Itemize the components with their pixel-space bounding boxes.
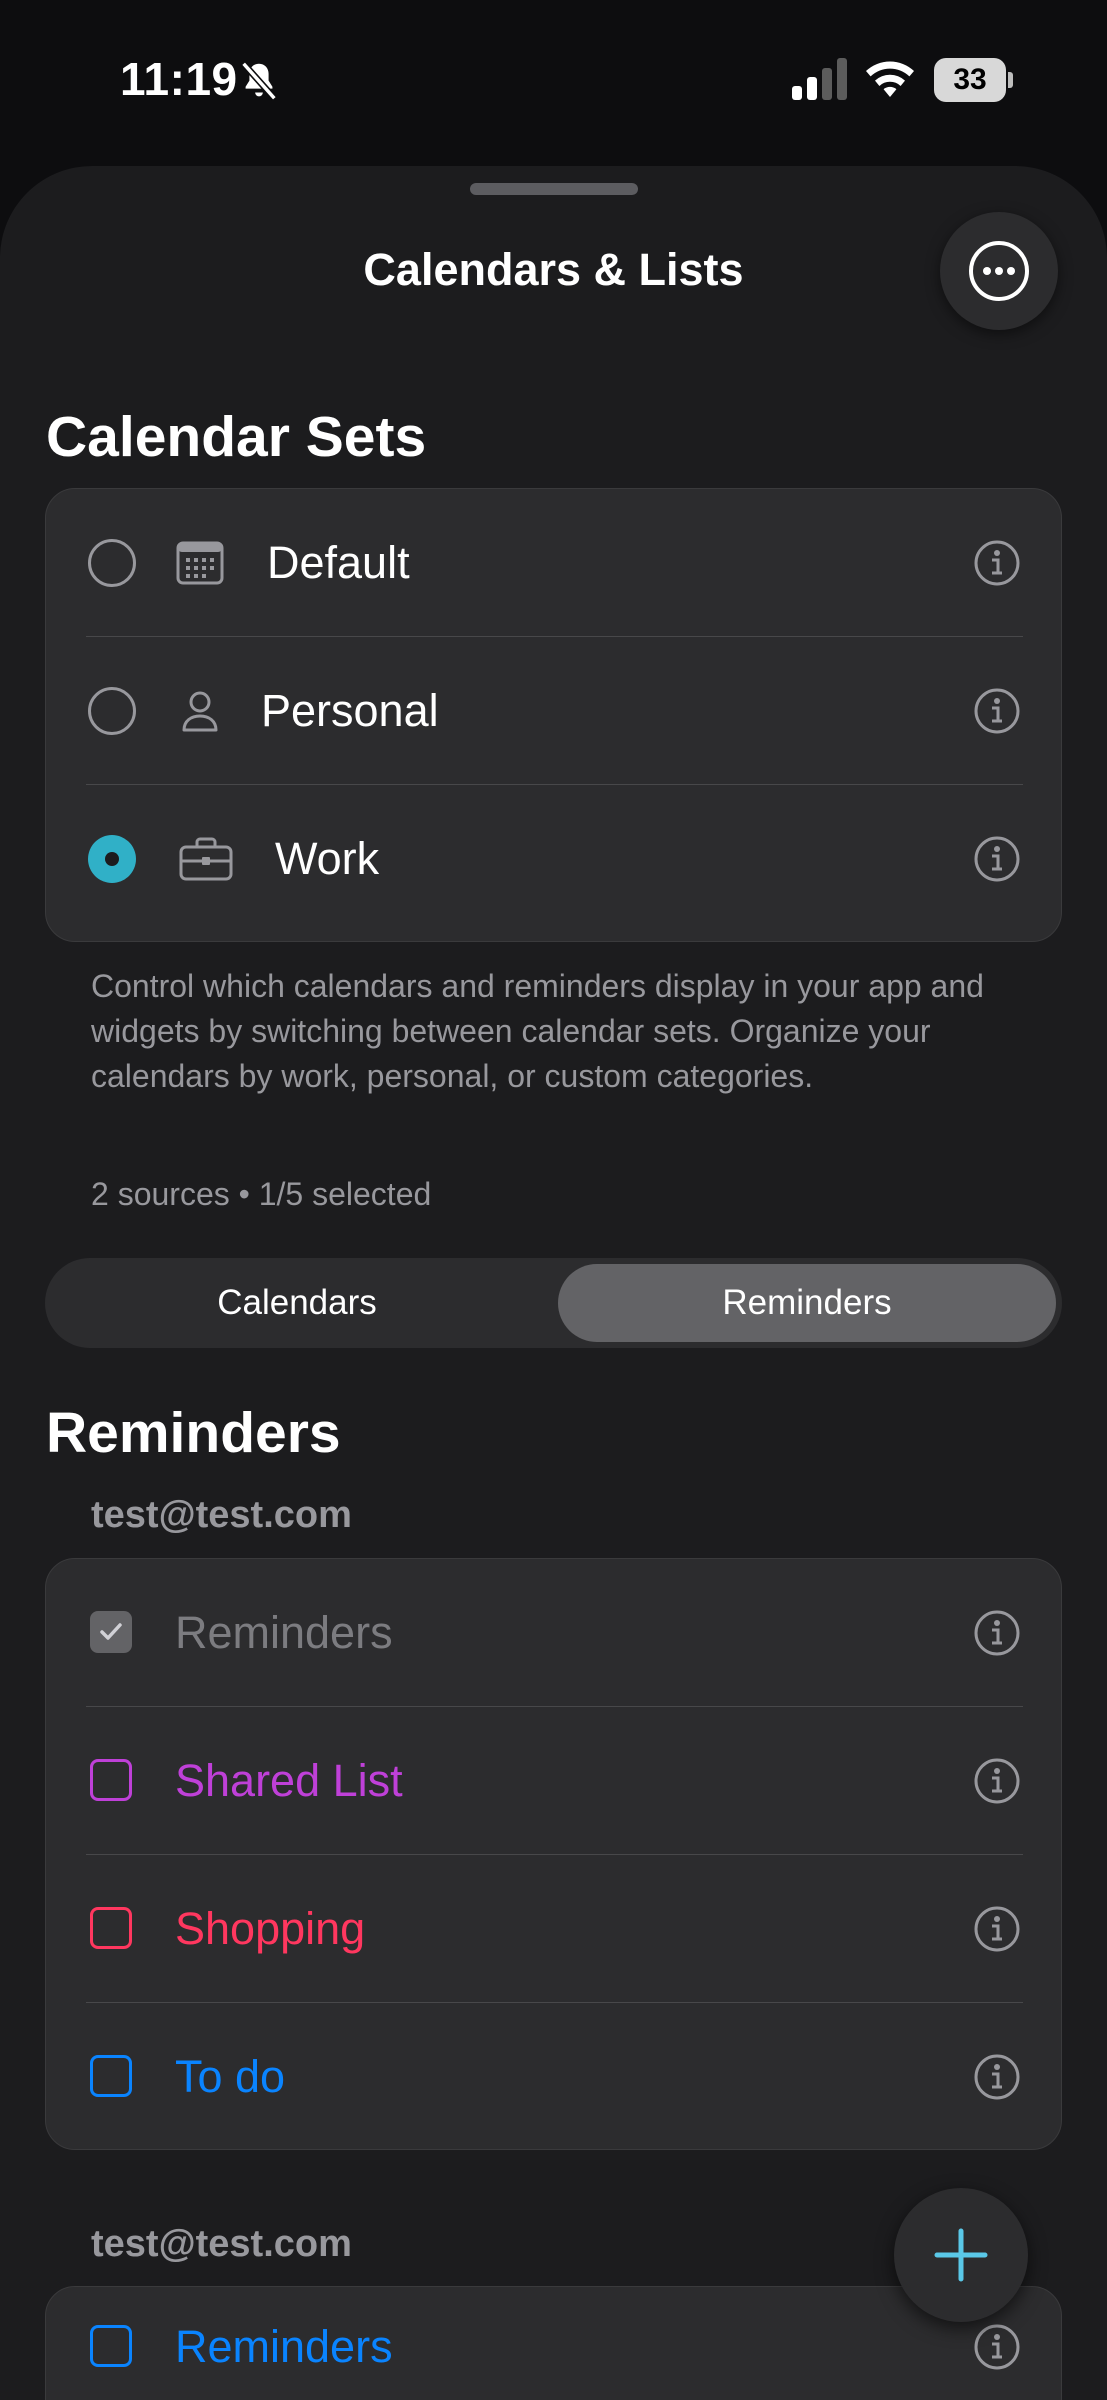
info-icon[interactable] [973,1609,1021,1657]
list-item-shared-list[interactable]: Shared List [46,1707,1063,1855]
checkbox[interactable] [90,2055,132,2097]
reminders-lists-group-2: Reminders [45,2286,1062,2400]
add-button[interactable] [894,2188,1028,2322]
checkbox[interactable] [90,1759,132,1801]
calendar-set-personal[interactable]: Personal [46,637,1063,785]
calendar-set-default[interactable]: Default [46,489,1063,637]
account-email: test@test.com [91,1494,352,1536]
radio-button[interactable] [88,539,136,587]
list-item-reminders[interactable]: Reminders [46,1559,1063,1707]
checkmark-icon [100,1623,122,1640]
checkbox[interactable] [90,1907,132,1949]
battery-indicator: 33 [934,58,1014,102]
calendars-reminders-segmented-control: Calendars Reminders [45,1258,1062,1348]
wifi-icon [866,61,914,97]
calendars-lists-sheet: Calendars & Lists Calendar Sets Default [0,166,1107,2400]
list-item-reminders-2[interactable]: Reminders [46,2287,1063,2400]
calendar-sets-heading: Calendar Sets [46,405,427,469]
list-label: Reminders [175,2321,393,2372]
radio-button-selected[interactable] [88,835,136,883]
calendar-set-label: Default [267,537,410,588]
info-icon[interactable] [973,539,1021,587]
info-icon[interactable] [973,2053,1021,2101]
sources-summary: 2 sources • 1/5 selected [91,1176,432,1212]
briefcase-icon [179,837,233,881]
checkbox-checked[interactable] [90,1611,132,1653]
radio-button[interactable] [88,687,136,735]
list-item-shopping[interactable]: Shopping [46,1855,1063,2003]
info-icon[interactable] [973,1905,1021,1953]
cellular-signal-icon [792,58,847,100]
reminders-lists-group: Reminders Shared List Shopping To do [45,1558,1062,2150]
info-icon[interactable] [973,835,1021,883]
plus-icon [934,2228,988,2282]
calendar-set-label: Personal [261,685,439,736]
more-options-button[interactable] [940,212,1058,330]
calendar-grid-icon [176,541,224,585]
segment-reminders[interactable]: Reminders [558,1264,1056,1342]
list-label: Shared List [175,1755,403,1806]
info-icon[interactable] [973,2323,1021,2371]
info-icon[interactable] [973,687,1021,735]
segment-calendars[interactable]: Calendars [51,1264,543,1342]
sheet-grabber[interactable] [470,183,638,195]
reminders-heading: Reminders [46,1401,341,1465]
status-bar: 11:19 33 [0,0,1107,160]
info-icon[interactable] [973,1757,1021,1805]
account-email: test@test.com [91,2223,352,2265]
bell-slash-icon [241,61,277,101]
calendar-sets-group: Default Personal Work [45,488,1062,942]
list-label: Reminders [175,1607,393,1658]
list-item-to-do[interactable]: To do [46,2003,1063,2151]
calendar-set-label: Work [275,833,380,884]
calendar-set-work[interactable]: Work [46,785,1063,933]
battery-level: 33 [953,63,987,96]
ellipsis-circle-icon [969,241,1029,301]
status-time: 11:19 [120,53,238,105]
calendar-sets-caption: Control which calendars and reminders di… [91,968,984,1094]
list-label: To do [175,2051,286,2102]
person-icon [182,691,218,732]
checkbox[interactable] [90,2325,132,2367]
list-label: Shopping [175,1903,366,1954]
